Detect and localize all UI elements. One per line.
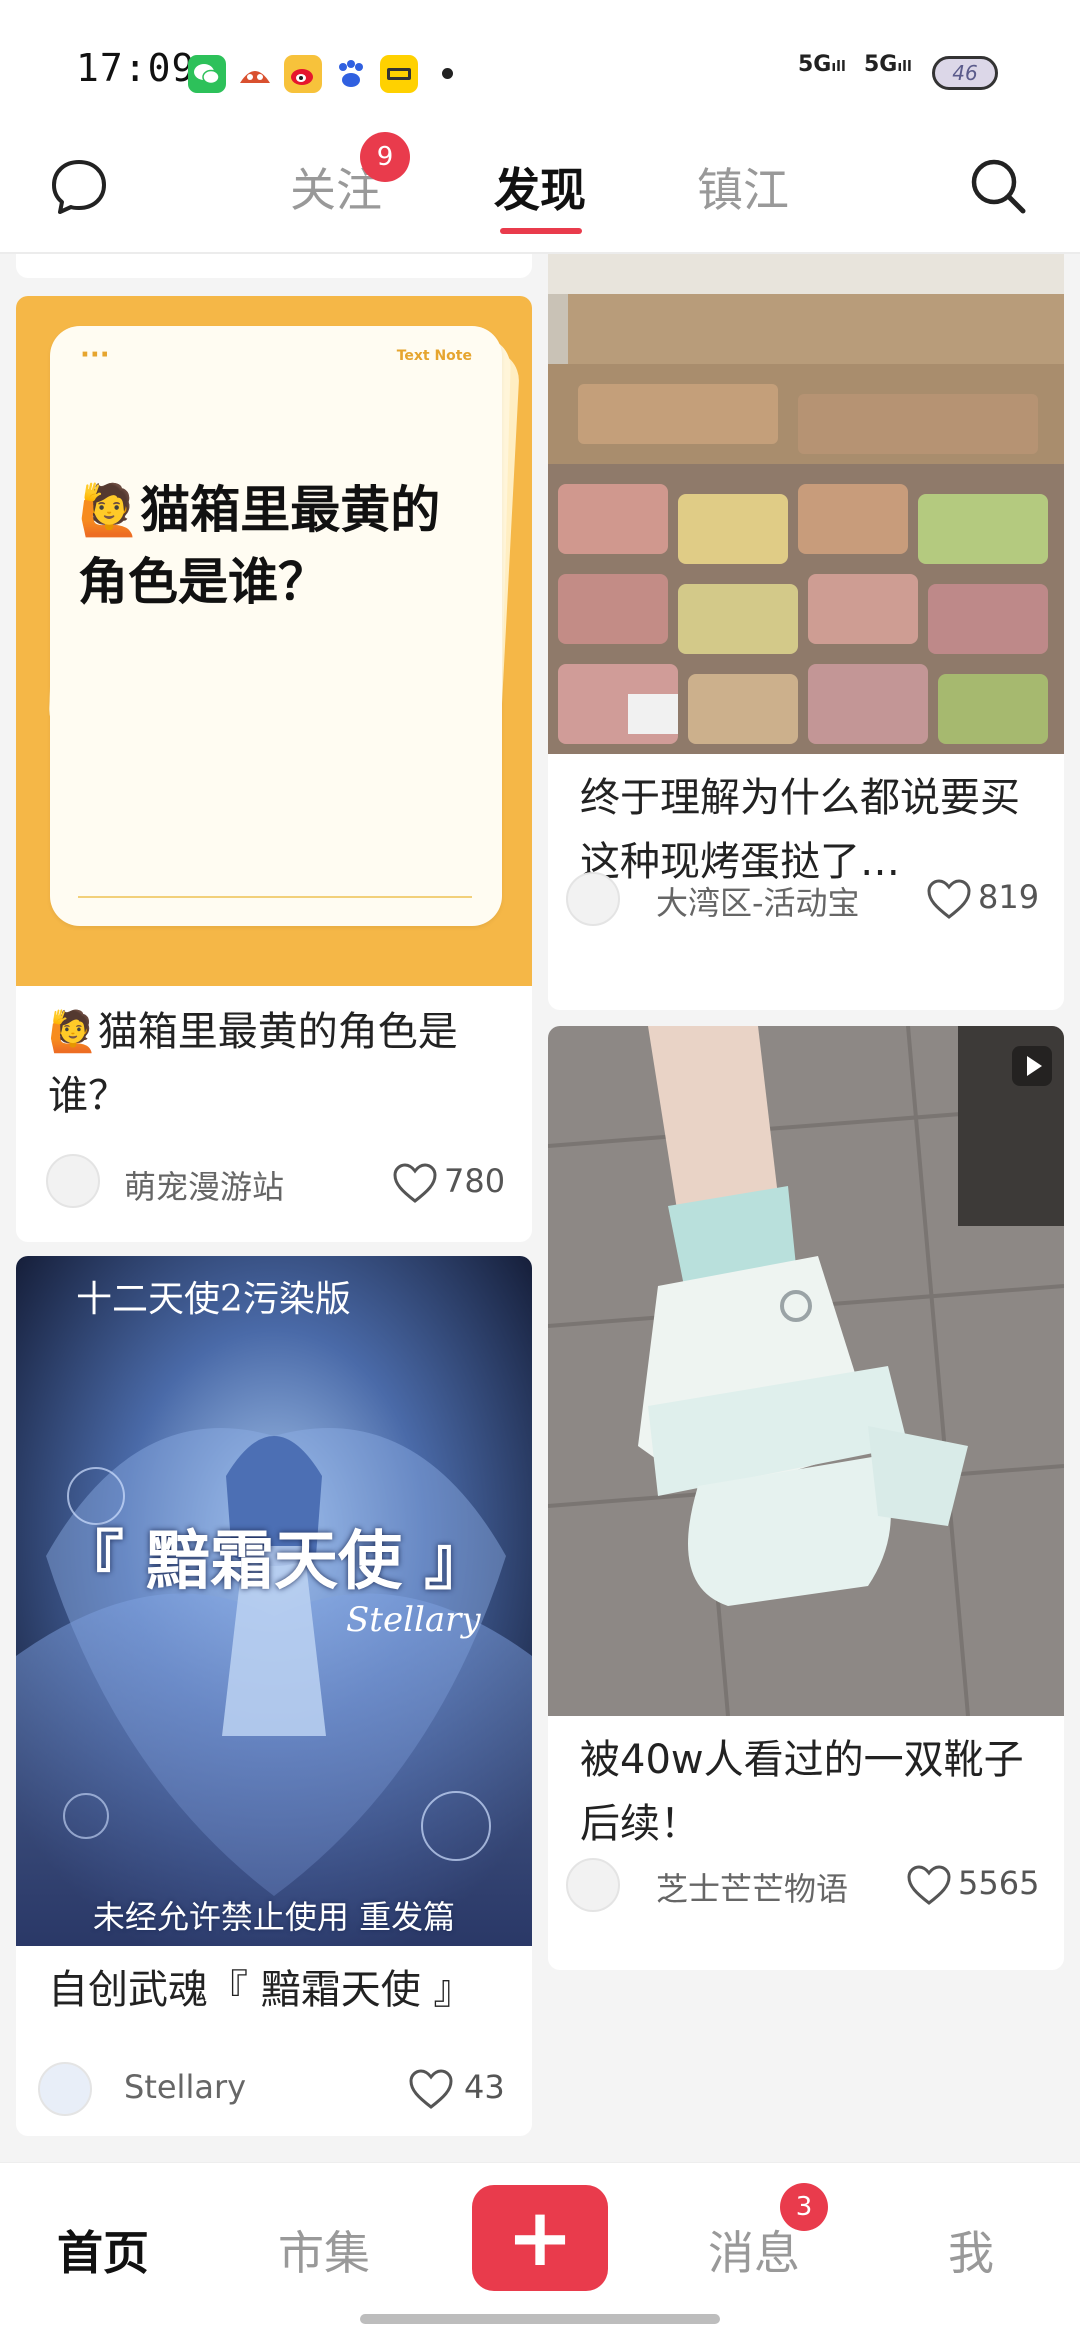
status-time: 17:09 bbox=[76, 46, 196, 90]
add-post-button[interactable]: + bbox=[472, 2185, 608, 2291]
illustration-footer-text: 未经允许禁止使用 重发篇 bbox=[92, 1898, 456, 1936]
status-bar: 17:09 5Gıll 5Gıll 46 bbox=[0, 0, 1080, 130]
video-play-icon bbox=[1012, 1046, 1052, 1086]
note-paper: ··· Text Note 🙋猫箱里最黄的角色是谁？ bbox=[50, 326, 502, 926]
active-tab-indicator bbox=[500, 228, 582, 234]
card-author[interactable]: Stellary bbox=[124, 2068, 246, 2106]
search-icon[interactable] bbox=[966, 154, 1030, 222]
app-icon-orange bbox=[236, 55, 274, 93]
battery-icon: 46 bbox=[932, 56, 998, 90]
baidu-icon bbox=[332, 55, 370, 93]
card-title: 被40w人看过的一双靴子后续！ bbox=[580, 1737, 1024, 1847]
nav-messages[interactable]: 消息 bbox=[708, 2217, 800, 2283]
bakery-photo bbox=[548, 254, 1064, 754]
notification-dot bbox=[442, 68, 453, 79]
note-line bbox=[78, 896, 472, 898]
avatar[interactable] bbox=[566, 872, 620, 926]
heart-icon[interactable] bbox=[408, 2068, 454, 2110]
card-image bbox=[548, 1026, 1064, 1717]
tab-city[interactable]: 镇江 bbox=[697, 154, 789, 220]
heart-icon[interactable] bbox=[392, 1162, 438, 1204]
feed-card-bakery[interactable]: 终于理解为什么都说要买这种现烤蛋挞了… 大湾区-活动宝 819 bbox=[548, 254, 1064, 1010]
feed-card-note[interactable]: ··· Text Note 🙋猫箱里最黄的角色是谁？ 🙋猫箱里最黄的角色是谁？ … bbox=[16, 296, 532, 1242]
note-text: 🙋猫箱里最黄的角色是谁？ bbox=[78, 481, 441, 611]
heart-icon[interactable] bbox=[926, 878, 972, 920]
card-author[interactable]: 大湾区-活动宝 bbox=[656, 878, 860, 924]
feed-card-boots[interactable]: 被40w人看过的一双靴子后续！ 芝士芒芒物语 5565 bbox=[548, 1026, 1064, 1970]
chat-bubble-icon[interactable] bbox=[48, 156, 110, 222]
top-header: 关注 9 发现 镇江 bbox=[0, 130, 1080, 254]
signal-1: 5Gıll bbox=[798, 52, 846, 77]
note-tag: Text Note bbox=[396, 348, 472, 364]
wechat-icon bbox=[188, 55, 226, 93]
card-title: 终于理解为什么都说要买这种现烤蛋挞了… bbox=[580, 775, 1020, 885]
card-author[interactable]: 萌宠漫游站 bbox=[124, 1162, 284, 1208]
follow-badge: 9 bbox=[360, 132, 410, 182]
heart-icon[interactable] bbox=[906, 1864, 952, 1906]
home-indicator[interactable] bbox=[360, 2314, 720, 2324]
card-title: 🙋猫箱里最黄的角色是谁？ bbox=[48, 1009, 458, 1119]
weibo-icon bbox=[284, 55, 322, 93]
card-title: 自创武魂『 黯霜天使 』 bbox=[48, 1967, 474, 2013]
note-dots: ··· bbox=[80, 340, 110, 370]
like-count: 819 bbox=[978, 878, 1040, 916]
note-card-cover: ··· Text Note 🙋猫箱里最黄的角色是谁？ bbox=[16, 296, 532, 986]
avatar[interactable] bbox=[566, 1858, 620, 1912]
messages-badge: 3 bbox=[780, 2183, 828, 2231]
illustration-big-title: 『 黯霜天使 』 bbox=[59, 1524, 489, 1599]
avatar[interactable] bbox=[38, 2062, 92, 2116]
feed-card-illustration[interactable]: 十二天使2污染版 『 黯霜天使 』 Stellary 未经允许禁止使用 重发篇 … bbox=[16, 1256, 532, 2136]
plus-icon: + bbox=[506, 2191, 574, 2284]
nav-market[interactable]: 市集 bbox=[278, 2217, 370, 2283]
card-author[interactable]: 芝士芒芒物语 bbox=[656, 1864, 848, 1910]
tab-discover[interactable]: 发现 bbox=[494, 154, 586, 220]
feed-card-partial[interactable] bbox=[16, 254, 532, 278]
nav-home[interactable]: 首页 bbox=[57, 2217, 149, 2283]
card-image bbox=[548, 254, 1064, 754]
nav-me[interactable]: 我 bbox=[948, 2217, 994, 2283]
illustration-header-text: 十二天使2污染版 bbox=[76, 1279, 351, 1320]
avatar[interactable] bbox=[46, 1154, 100, 1208]
like-count: 5565 bbox=[958, 1864, 1040, 1902]
card-image: 十二天使2污染版 『 黯霜天使 』 Stellary 未经允许禁止使用 重发篇 bbox=[16, 1256, 532, 1946]
signal-2: 5Gıll bbox=[864, 52, 912, 77]
like-count: 780 bbox=[444, 1162, 506, 1200]
meituan-icon bbox=[380, 55, 418, 93]
illustration-signature: Stellary bbox=[346, 1600, 481, 1640]
like-count: 43 bbox=[464, 2068, 505, 2106]
boots-photo bbox=[548, 1026, 1064, 1717]
